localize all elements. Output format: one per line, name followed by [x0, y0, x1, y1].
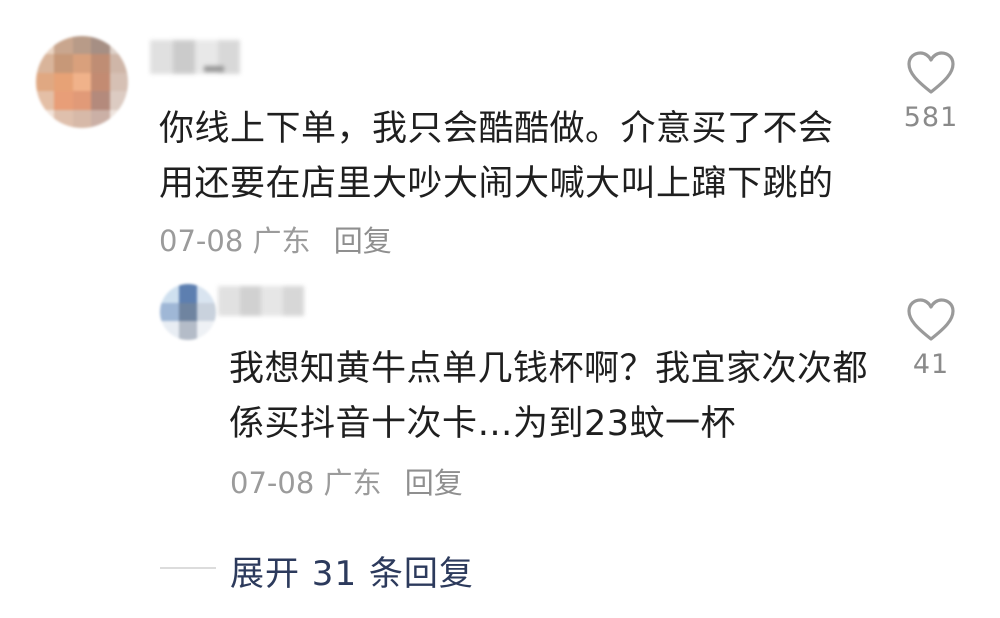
comment-meta: 07-08 广东 回复: [159, 224, 392, 258]
like-count: 41: [912, 349, 950, 380]
username-censored[interactable]: [150, 40, 240, 74]
divider-line: [160, 567, 216, 569]
comment-thread: 你线上下单，我只会酷酷做。介意买了不会用还要在店里大吵大闹大喊大叫上蹿下跳的 0…: [0, 0, 1000, 618]
comment-body: 你线上下单，我只会酷酷做。介意买了不会用还要在店里大吵大闹大喊大叫上蹿下跳的 0…: [159, 102, 839, 269]
reply-body: 我想知黄牛点单几钱杯啊？我宜家次次都係买抖音十次卡…为到23蚊一杯: [229, 349, 869, 444]
reply-meta: 07-08 广东 回复: [230, 460, 463, 502]
heart-outline-icon[interactable]: [906, 297, 956, 343]
heart-outline-icon[interactable]: [906, 50, 956, 96]
reply-date: 07-08: [230, 466, 315, 500]
reply-location: 广东: [323, 466, 382, 500]
comment-like[interactable]: 581: [891, 50, 971, 133]
reply-reply-button[interactable]: 回复: [405, 466, 463, 500]
comment-location: 广东: [252, 224, 311, 258]
reply-username-censored[interactable]: [218, 286, 304, 316]
comment-text: 你线上下单，我只会酷酷做。介意买了不会用还要在店里大吵大闹大喊大叫上蹿下跳的: [159, 109, 834, 204]
reply-avatar[interactable]: [160, 284, 216, 340]
expand-replies-button[interactable]: 展开 31 条回复: [230, 546, 474, 595]
comment-reply-button[interactable]: 回复: [334, 224, 392, 258]
like-count: 581: [903, 102, 959, 133]
comment-date: 07-08: [159, 224, 244, 258]
avatar[interactable]: [36, 36, 128, 128]
reply-like[interactable]: 41: [891, 297, 971, 380]
